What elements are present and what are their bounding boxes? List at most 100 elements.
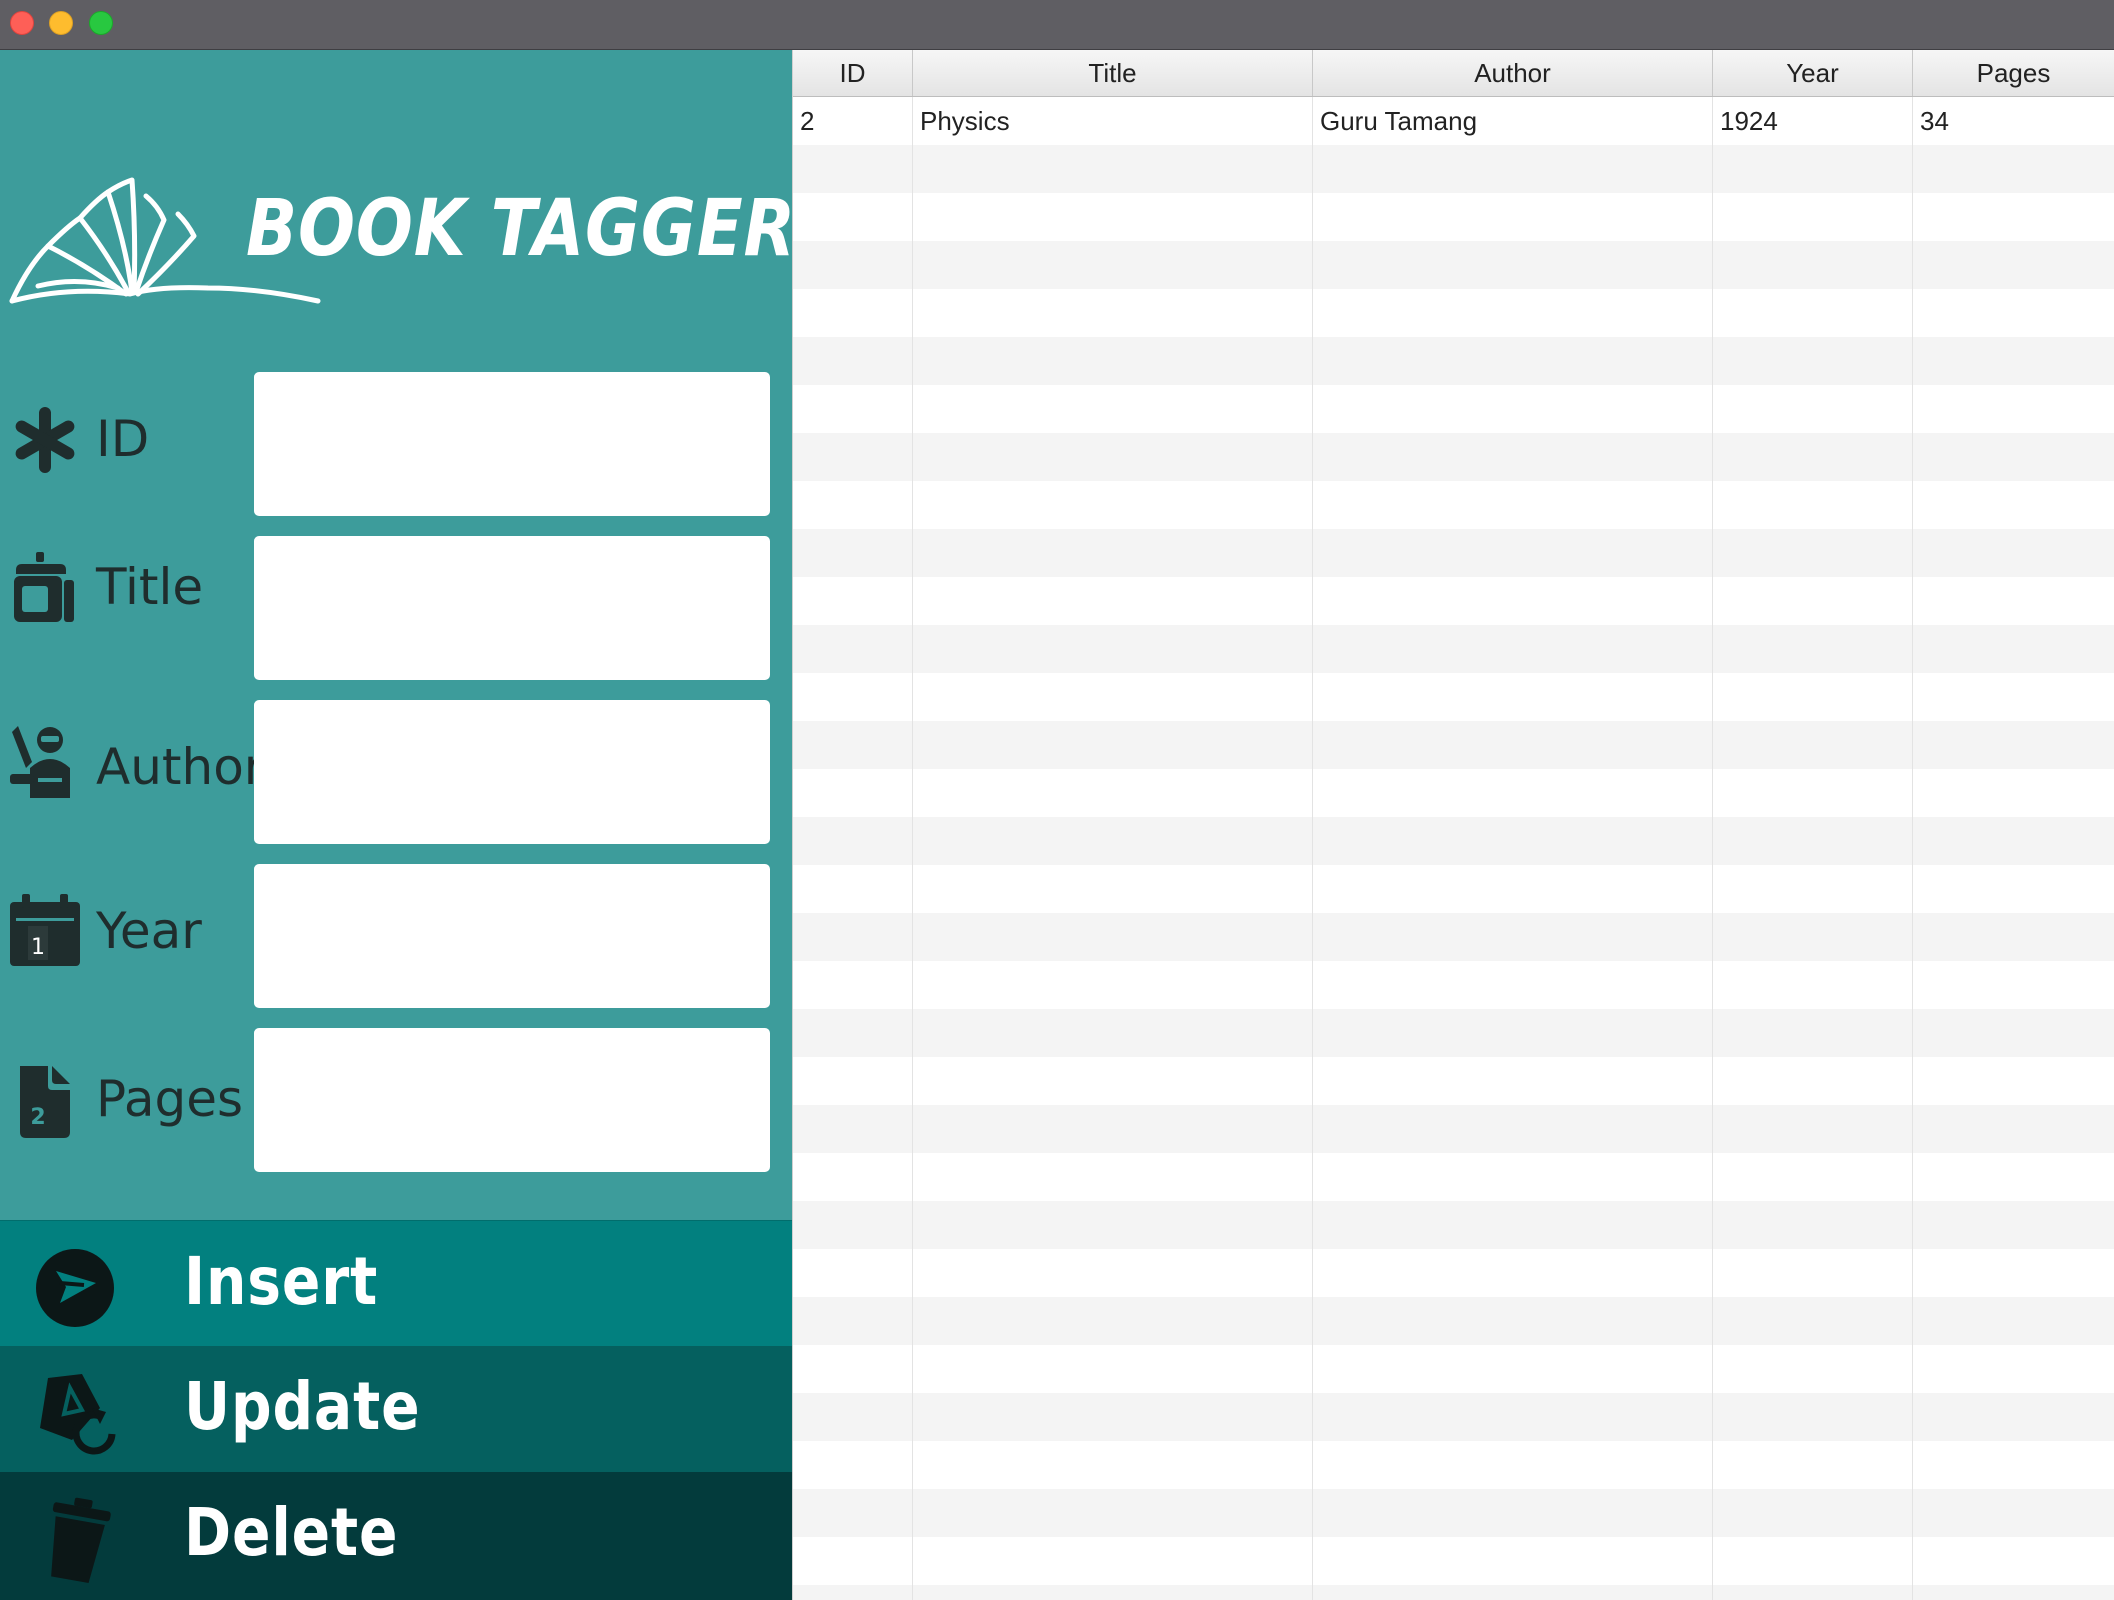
id-input[interactable] (254, 372, 770, 516)
delete-button[interactable]: Delete (0, 1472, 792, 1600)
cell-author (1313, 961, 1713, 1009)
cell-author (1313, 385, 1713, 433)
empty-table-row (793, 721, 2114, 769)
empty-table-row (793, 193, 2114, 241)
cell-pages (1913, 1009, 2114, 1057)
column-header-pages[interactable]: Pages (1913, 50, 2114, 96)
refresh-tag-icon (40, 1374, 116, 1455)
cell-pages (1913, 913, 2114, 961)
close-window-button[interactable] (10, 11, 34, 35)
empty-table-row (793, 1585, 2114, 1600)
table-row[interactable]: 2 Physics Guru Tamang 1924 34 (793, 97, 2114, 145)
cell-author (1313, 721, 1713, 769)
cell-title (913, 289, 1313, 337)
cell-id (793, 145, 913, 193)
cell-id (793, 1201, 913, 1249)
author-input[interactable] (254, 700, 770, 844)
cell-year (1713, 289, 1913, 337)
empty-table-row (793, 865, 2114, 913)
cell-pages (1913, 385, 2114, 433)
cell-title (913, 865, 1313, 913)
cell-author (1313, 289, 1713, 337)
cell-pages (1913, 673, 2114, 721)
cell-author (1313, 1537, 1713, 1585)
column-header-author[interactable]: Author (1313, 50, 1713, 96)
cell-title (913, 1489, 1313, 1537)
cell-title (913, 193, 1313, 241)
document-icon: 2 (20, 1066, 70, 1138)
cell-pages (1913, 1153, 2114, 1201)
zoom-window-button[interactable] (89, 11, 113, 35)
cell-pages (1913, 865, 2114, 913)
empty-table-row (793, 1345, 2114, 1393)
empty-table-row (793, 1201, 2114, 1249)
cell-id (793, 193, 913, 241)
cell-pages (1913, 433, 2114, 481)
pages-input[interactable] (254, 1028, 770, 1172)
year-label: Year (96, 902, 202, 960)
pages-label: Pages (96, 1070, 244, 1128)
cell-title (913, 337, 1313, 385)
id-label: ID (96, 410, 150, 468)
cell-year (1713, 1105, 1913, 1153)
cell-year (1713, 1009, 1913, 1057)
cell-year (1713, 769, 1913, 817)
cell-pages (1913, 145, 2114, 193)
title-input[interactable] (254, 536, 770, 680)
cell-title (913, 577, 1313, 625)
pages-field-row: 2 Pages (0, 1028, 792, 1172)
cell-pages (1913, 961, 2114, 1009)
cell-year (1713, 673, 1913, 721)
cell-id (793, 337, 913, 385)
author-field-row: Author (0, 700, 792, 844)
cell-year (1713, 1537, 1913, 1585)
cell-id: 2 (793, 97, 913, 145)
empty-table-row (793, 1489, 2114, 1537)
column-header-year[interactable]: Year (1713, 50, 1913, 96)
cell-title (913, 1441, 1313, 1489)
cell-title (913, 1345, 1313, 1393)
author-icon (10, 726, 70, 798)
cell-year (1713, 1057, 1913, 1105)
cell-year (1713, 1393, 1913, 1441)
cell-author (1313, 769, 1713, 817)
insert-button[interactable]: Insert (0, 1220, 792, 1346)
year-field-row: 1 Year (0, 864, 792, 1008)
empty-table-row (793, 1537, 2114, 1585)
cell-author (1313, 1489, 1713, 1537)
cell-title (913, 241, 1313, 289)
cell-id (793, 1297, 913, 1345)
cell-author (1313, 673, 1713, 721)
author-label: Author (96, 738, 265, 796)
cell-title (913, 145, 1313, 193)
column-header-id[interactable]: ID (793, 50, 913, 96)
cell-id (793, 529, 913, 577)
cell-title (913, 625, 1313, 673)
cell-year (1713, 625, 1913, 673)
cell-author (1313, 913, 1713, 961)
cell-year (1713, 241, 1913, 289)
cell-id (793, 1009, 913, 1057)
cell-title: Physics (913, 97, 1313, 145)
cell-title (913, 1153, 1313, 1201)
empty-table-row (793, 1297, 2114, 1345)
cell-author (1313, 337, 1713, 385)
cell-year (1713, 1201, 1913, 1249)
title-jar-icon (14, 552, 74, 622)
trash-icon (51, 1497, 111, 1584)
year-input[interactable] (254, 864, 770, 1008)
cell-title (913, 1009, 1313, 1057)
cell-pages (1913, 241, 2114, 289)
books-table[interactable]: ID Title Author Year Pages 2 Physics Gur… (792, 50, 2114, 1600)
cell-year (1713, 529, 1913, 577)
title-bar (0, 0, 2114, 50)
asterisk-icon (15, 407, 75, 473)
cell-id (793, 241, 913, 289)
cell-id (793, 1441, 913, 1489)
cell-year (1713, 865, 1913, 913)
cell-pages: 34 (1913, 97, 2114, 145)
cell-year (1713, 1345, 1913, 1393)
column-header-title[interactable]: Title (913, 50, 1313, 96)
minimize-window-button[interactable] (49, 11, 73, 35)
update-button[interactable]: Update (0, 1346, 792, 1472)
